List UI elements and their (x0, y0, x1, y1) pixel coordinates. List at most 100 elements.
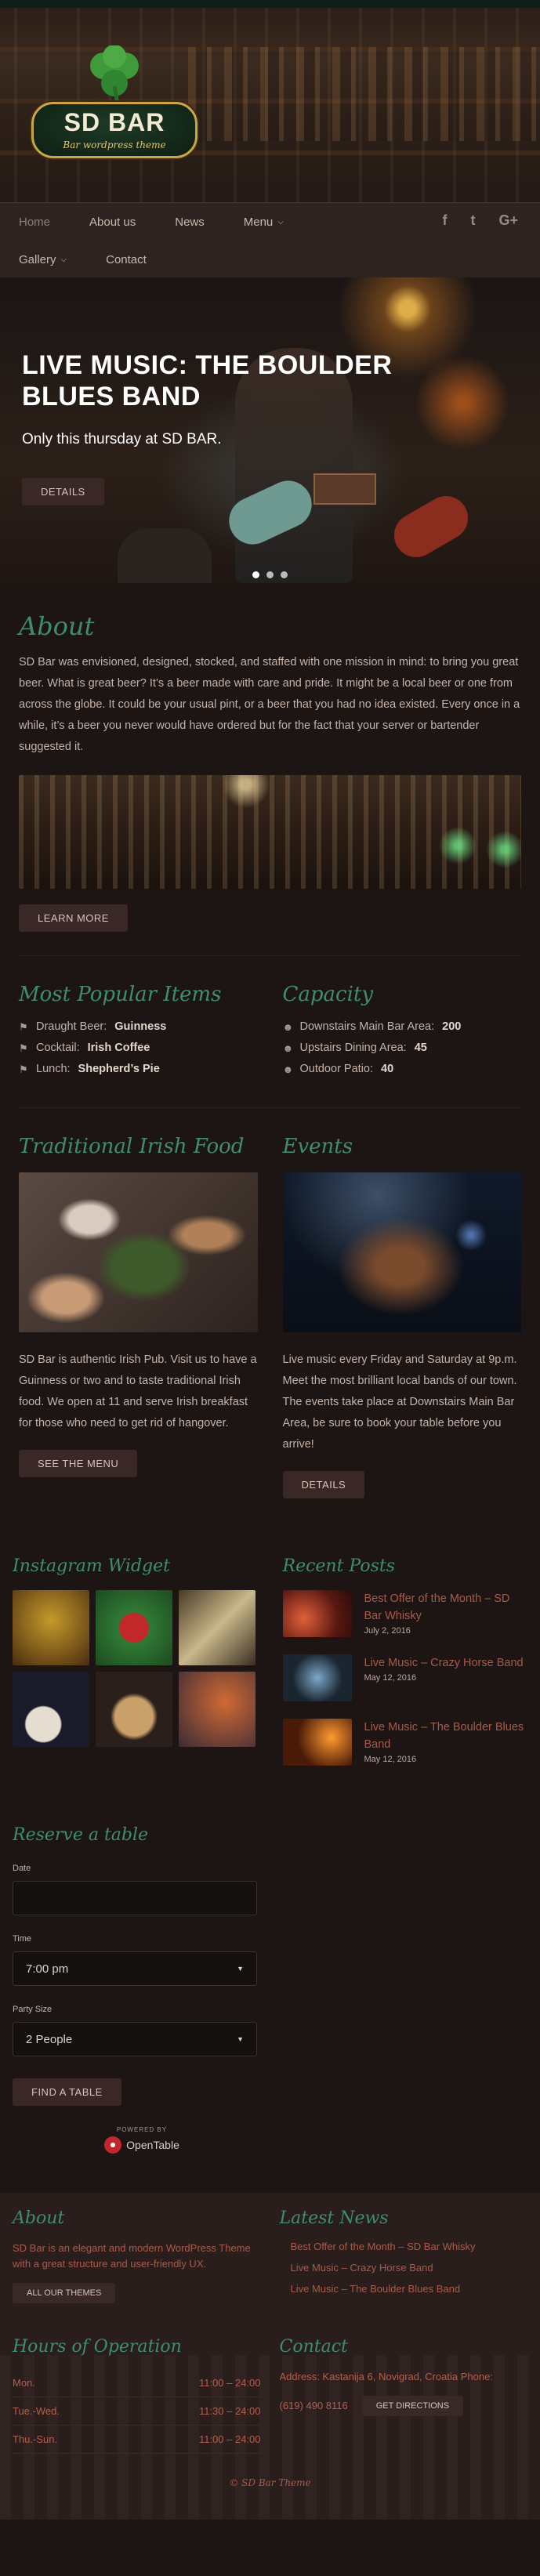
nav-gallery[interactable]: Gallery ⌵ (19, 253, 67, 266)
item-value: Shepherd’s Pie (78, 1063, 160, 1075)
user-icon: ☻ (282, 1063, 294, 1075)
footer-about-text: SD Bar is an elegant and modern WordPres… (13, 2242, 251, 2270)
footer-about: About SD Bar is an elegant and modern Wo… (13, 2208, 261, 2304)
slider-dot[interactable] (266, 571, 274, 578)
bar-shelf-background (188, 47, 540, 141)
popular-items: Most Popular Items ⚑ Draught Beer: Guinn… (19, 956, 258, 1084)
post-title[interactable]: Best Offer of the Month – SD Bar Whisky (364, 1590, 528, 1625)
site-logo[interactable]: SD BAR Bar wordpress theme (28, 45, 201, 163)
item-value: 200 (442, 1020, 462, 1033)
recent-post[interactable]: Live Music – Crazy Horse Band May 12, 20… (282, 1654, 528, 1701)
bar-interior-image (19, 775, 521, 889)
news-link[interactable]: Live Music – The Boulder Blues Band (291, 2283, 528, 2295)
events-heading: Events (282, 1135, 353, 1158)
popular-capacity-row: Most Popular Items ⚑ Draught Beer: Guinn… (0, 956, 540, 1084)
recent-posts: Recent Posts Best Offer of the Month – S… (282, 1530, 528, 1783)
about-heading: About (19, 611, 95, 641)
google-plus-icon[interactable]: G+ (498, 212, 518, 229)
amp-shape (313, 473, 376, 505)
hero-slider[interactable]: LIVE MUSIC: THE BOULDER BLUES BAND Only … (0, 277, 540, 588)
caret-down-icon: ▼ (237, 1965, 244, 1973)
slider-dot[interactable] (252, 571, 259, 578)
hours-time: 11:00 – 24:00 (198, 2433, 261, 2445)
news-link[interactable]: Best Offer of the Month – SD Bar Whisky (291, 2241, 528, 2252)
bookmark-icon: ⚑ (19, 1021, 28, 1033)
all-themes-button[interactable]: ALL OUR THEMES (13, 2283, 116, 2303)
footer-hours: Hours of Operation Mon. 11:00 – 24:00 Tu… (13, 2337, 261, 2454)
post-thumbnail[interactable] (282, 1719, 352, 1766)
nav-menu[interactable]: Menu ⌵ (244, 216, 284, 229)
list-item: ⚑ Cocktail: Irish Coffee (19, 1042, 258, 1054)
post-thumbnail[interactable] (282, 1590, 352, 1637)
hero-details-button[interactable]: DETAILS (22, 478, 104, 505)
hours-row: Mon. 11:00 – 24:00 (13, 2369, 261, 2397)
nav-menu-label: Menu (243, 215, 274, 229)
bookmark-icon: ⚑ (19, 1063, 28, 1075)
events-details-button[interactable]: DETAILS (282, 1471, 365, 1498)
footer-about-heading: About (13, 2208, 65, 2228)
food-column: Traditional Irish Food SD Bar is authent… (19, 1108, 258, 1498)
hero-subtitle: Only this thursday at SD BAR. (22, 431, 222, 447)
post-title[interactable]: Live Music – The Boulder Blues Band (364, 1719, 528, 1753)
nav-about-us[interactable]: About us (89, 216, 136, 229)
nav-contact[interactable]: Contact (106, 253, 147, 266)
item-value: 45 (414, 1042, 427, 1054)
instagram-photo[interactable] (179, 1590, 256, 1665)
slider-dot[interactable] (281, 571, 288, 578)
item-label: Downstairs Main Bar Area: (299, 1020, 435, 1033)
footer-news: Latest News Best Offer of the Month – SD… (280, 2208, 528, 2304)
list-item: ⚑ Draught Beer: Guinness (19, 1020, 258, 1033)
footer-news-heading: Latest News (279, 2208, 389, 2228)
instagram-photo[interactable] (96, 1590, 172, 1665)
food-image (19, 1172, 258, 1332)
list-item: ⚑ Lunch: Shepherd’s Pie (19, 1063, 258, 1075)
date-field[interactable] (13, 1881, 257, 1915)
instagram-photo[interactable] (96, 1672, 172, 1747)
facebook-icon[interactable]: f (442, 212, 447, 229)
nav-news[interactable]: News (175, 216, 205, 229)
footer-row-1: About SD Bar is an elegant and modern Wo… (13, 2208, 527, 2304)
instagram-widget: Instagram Widget (13, 1530, 258, 1783)
list-item: ☻ Outdoor Patio: 40 (283, 1063, 522, 1075)
nav-home[interactable]: Home (19, 216, 50, 229)
news-link[interactable]: Live Music – Crazy Horse Band (291, 2262, 528, 2273)
opentable-badge[interactable]: POWERED BY OpenTable (91, 2126, 193, 2154)
post-title[interactable]: Live Music – Crazy Horse Band (364, 1654, 524, 1672)
events-text: Live music every Friday and Saturday at … (282, 1353, 517, 1451)
find-table-button[interactable]: FIND A TABLE (13, 2078, 121, 2106)
about-section: About SD Bar was envisioned, designed, s… (0, 611, 540, 956)
footer-row-2: Hours of Operation Mon. 11:00 – 24:00 Tu… (13, 2337, 527, 2454)
hours-row: Tue.-Wed. 11:30 – 24:00 (13, 2397, 261, 2426)
time-select[interactable]: 7:00 pm ▼ (13, 1951, 257, 1986)
popular-heading: Most Popular Items (19, 983, 222, 1006)
contact-phone[interactable]: (619) 490 8116 (280, 2398, 348, 2414)
recent-post[interactable]: Best Offer of the Month – SD Bar Whisky … (282, 1590, 528, 1637)
see-menu-button[interactable]: SEE THE MENU (19, 1450, 138, 1477)
opentable-icon (104, 2136, 122, 2154)
recent-post[interactable]: Live Music – The Boulder Blues Band May … (282, 1719, 528, 1766)
hours-day: Tue.-Wed. (13, 2405, 60, 2417)
instagram-heading: Instagram Widget (13, 1556, 170, 1576)
food-text: SD Bar is authentic Irish Pub. Visit us … (19, 1353, 257, 1429)
item-value: Irish Coffee (87, 1042, 150, 1054)
party-size-select[interactable]: 2 People ▼ (13, 2022, 257, 2056)
hours-heading: Hours of Operation (13, 2337, 182, 2357)
post-thumbnail[interactable] (282, 1654, 352, 1701)
recent-heading: Recent Posts (282, 1556, 396, 1576)
opentable-label: OpenTable (126, 2139, 179, 2151)
get-directions-button[interactable]: GET DIRECTIONS (361, 2396, 464, 2416)
instagram-photo[interactable] (179, 1672, 256, 1747)
hours-day: Mon. (13, 2377, 35, 2389)
capacity: Capacity ☻ Downstairs Main Bar Area: 200… (283, 956, 522, 1084)
list-item: ☻ Upstairs Dining Area: 45 (283, 1042, 522, 1054)
item-label: Outdoor Patio: (299, 1063, 374, 1075)
logo-title: SD BAR (63, 108, 165, 136)
twitter-icon[interactable]: t (470, 212, 475, 229)
learn-more-button[interactable]: LEARN MORE (19, 904, 128, 932)
contact-address: Address: Kastanija 6, Novigrad, Croatia … (279, 2371, 493, 2382)
instagram-photo[interactable] (13, 1672, 89, 1747)
item-value: 40 (381, 1063, 394, 1075)
list-item: ☻ Downstairs Main Bar Area: 200 (283, 1020, 522, 1033)
instagram-photo[interactable] (13, 1590, 89, 1665)
item-label: Cocktail: (36, 1042, 80, 1054)
